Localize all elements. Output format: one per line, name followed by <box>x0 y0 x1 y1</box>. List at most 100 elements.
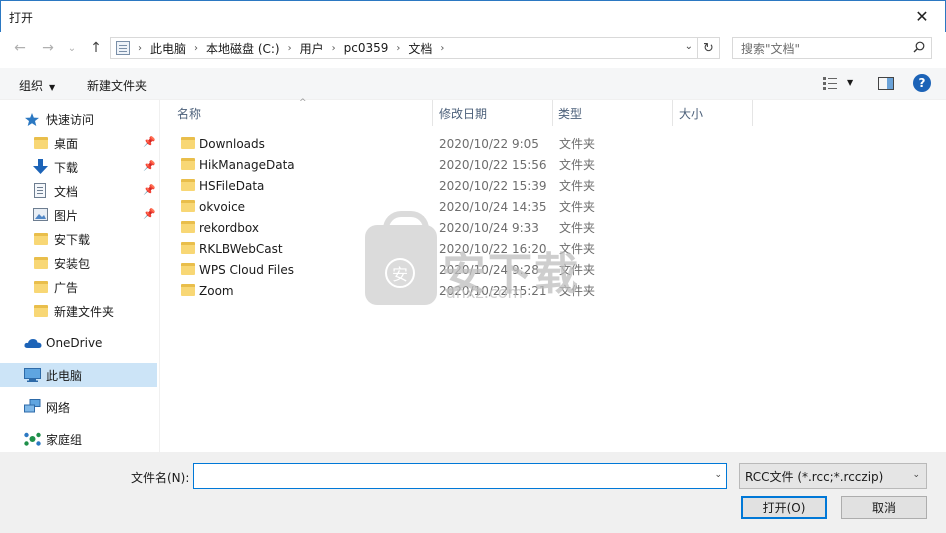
computer-icon <box>24 368 41 382</box>
breadcrumb-user[interactable]: pc0359 <box>344 41 389 55</box>
sidebar-item-pictures[interactable]: 图片 📌 <box>0 203 157 227</box>
recent-locations-chevron-icon[interactable]: ⌄ <box>63 39 81 57</box>
folder-icon <box>181 158 195 170</box>
table-row[interactable]: HSFileData 2020/10/22 15:39 文件夹 <box>173 175 763 196</box>
column-header-date[interactable]: 修改日期 <box>439 100 487 126</box>
column-divider[interactable] <box>752 100 753 126</box>
breadcrumb-separator[interactable]: › <box>194 43 198 54</box>
sidebar-item-network[interactable]: 网络 <box>0 395 157 419</box>
back-arrow-icon[interactable]: ← <box>11 39 29 57</box>
chevron-down-icon[interactable]: ⌄ <box>714 470 722 480</box>
open-button[interactable]: 打开(O) <box>741 496 827 519</box>
window-title: 打开 <box>9 11 34 25</box>
file-name: WPS Cloud Files <box>199 262 294 277</box>
sidebar-item-folder[interactable]: 安下载 <box>0 227 157 251</box>
search-input[interactable]: 搜索"文档" <box>732 37 932 59</box>
folder-icon <box>181 242 195 254</box>
command-bar: 组织 ▼ 新建文件夹 ▼ ? <box>0 68 946 100</box>
document-location-icon <box>116 41 130 55</box>
file-type: 文件夹 <box>559 221 596 235</box>
help-icon[interactable]: ? <box>913 74 931 92</box>
file-name: HSFileData <box>199 178 265 193</box>
sidebar-item-desktop[interactable]: 桌面 📌 <box>0 131 157 155</box>
sidebar-item-label: 下载 <box>54 160 79 175</box>
filetype-value: RCC文件 (*.rcc;*.rcczip) <box>745 469 884 484</box>
pin-icon[interactable]: 📌 <box>143 185 155 196</box>
file-name: rekordbox <box>199 220 259 235</box>
refresh-icon[interactable]: ↻ <box>698 37 720 59</box>
sidebar-item-this-pc[interactable]: 此电脑 <box>0 363 157 387</box>
sidebar-item-documents[interactable]: 文档 📌 <box>0 179 157 203</box>
preview-pane-icon[interactable] <box>878 77 894 90</box>
filetype-select[interactable]: RCC文件 (*.rcc;*.rcczip) ⌄ <box>739 463 927 489</box>
sort-ascending-icon: ^ <box>299 98 307 108</box>
organize-button[interactable]: 组织 ▼ <box>19 77 55 94</box>
forward-arrow-icon[interactable]: → <box>39 39 57 57</box>
sidebar-item-label: 桌面 <box>54 136 79 151</box>
dialog-footer: 文件名(N): ⌄ RCC文件 (*.rcc;*.rcczip) ⌄ 打开(O)… <box>0 452 946 533</box>
navigation-pane: 快速访问 桌面 📌 下载 📌 文档 📌 图片 📌 安下载 安装包 广告 新建文件… <box>0 100 160 452</box>
sidebar-item-folder[interactable]: 新建文件夹 <box>0 299 157 323</box>
filename-input[interactable]: ⌄ <box>193 463 727 489</box>
breadcrumb-documents[interactable]: 文档 <box>408 40 432 57</box>
column-header-type[interactable]: 类型 <box>558 100 582 126</box>
organize-label: 组织 <box>19 79 44 93</box>
star-icon <box>25 113 39 126</box>
folder-icon <box>181 284 195 296</box>
breadcrumb-separator[interactable]: › <box>440 43 444 54</box>
file-date: 2020/10/24 14:35 <box>439 199 547 214</box>
new-folder-button[interactable]: 新建文件夹 <box>87 77 147 94</box>
sidebar-item-label: 快速访问 <box>46 112 95 127</box>
table-row[interactable]: Downloads 2020/10/22 9:05 文件夹 <box>173 133 763 154</box>
sidebar-item-label: 网络 <box>46 400 71 415</box>
file-date: 2020/10/24 9:33 <box>439 220 539 235</box>
file-name: HikManageData <box>199 157 295 172</box>
column-divider[interactable] <box>552 100 553 126</box>
view-dropdown-icon[interactable]: ▼ <box>847 78 853 87</box>
view-options-icon[interactable] <box>823 77 837 90</box>
cancel-button[interactable]: 取消 <box>841 496 927 519</box>
table-row[interactable]: okvoice 2020/10/24 14:35 文件夹 <box>173 196 763 217</box>
table-row[interactable]: HikManageData 2020/10/22 15:56 文件夹 <box>173 154 763 175</box>
breadcrumb-separator[interactable]: › <box>332 43 336 54</box>
close-button[interactable]: ✕ <box>899 1 945 32</box>
folder-icon <box>181 200 195 212</box>
sidebar-item-folder[interactable]: 安装包 <box>0 251 157 275</box>
breadcrumb-separator[interactable]: › <box>396 43 400 54</box>
pin-icon[interactable]: 📌 <box>143 137 155 148</box>
pin-icon[interactable]: 📌 <box>143 209 155 220</box>
sidebar-item-quick-access[interactable]: 快速访问 <box>0 107 157 131</box>
column-header-name[interactable]: 名称 <box>177 100 201 126</box>
address-bar[interactable]: › 此电脑 › 本地磁盘 (C:) › 用户 › pc0359 › 文档 › ⌄ <box>110 37 698 59</box>
breadcrumb-this-pc[interactable]: 此电脑 <box>150 40 186 57</box>
sidebar-item-label: 此电脑 <box>46 368 83 383</box>
breadcrumb-users[interactable]: 用户 <box>300 40 324 57</box>
file-date: 2020/10/22 15:39 <box>439 178 547 193</box>
sidebar-item-homegroup[interactable]: 家庭组 <box>0 427 157 451</box>
file-type: 文件夹 <box>559 200 596 214</box>
filename-label: 文件名(N): <box>131 471 190 485</box>
folder-icon <box>181 221 195 233</box>
sidebar-item-label: 安下载 <box>54 232 91 247</box>
column-divider[interactable] <box>672 100 673 126</box>
sidebar-item-downloads[interactable]: 下载 📌 <box>0 155 157 179</box>
breadcrumb-local-disk[interactable]: 本地磁盘 (C:) <box>206 40 280 57</box>
file-name: Downloads <box>199 136 265 151</box>
address-dropdown-icon[interactable]: ⌄ <box>685 41 693 52</box>
table-row[interactable]: rekordbox 2020/10/24 9:33 文件夹 <box>173 217 763 238</box>
sidebar-item-folder[interactable]: 广告 <box>0 275 157 299</box>
chevron-down-icon: ▼ <box>49 83 56 92</box>
folder-icon <box>34 233 48 245</box>
folder-icon <box>34 257 48 269</box>
file-date: 2020/10/22 15:56 <box>439 157 547 172</box>
sidebar-item-onedrive[interactable]: OneDrive <box>0 331 157 355</box>
search-icon[interactable] <box>913 41 925 53</box>
pin-icon[interactable]: 📌 <box>143 161 155 172</box>
column-divider[interactable] <box>432 100 433 126</box>
watermark-url: anxz.com <box>446 283 524 302</box>
column-header-size[interactable]: 大小 <box>679 100 703 126</box>
folder-icon <box>181 263 195 275</box>
breadcrumb-separator[interactable]: › <box>288 43 292 54</box>
up-arrow-icon[interactable]: ↑ <box>87 39 105 57</box>
file-type: 文件夹 <box>559 137 596 151</box>
